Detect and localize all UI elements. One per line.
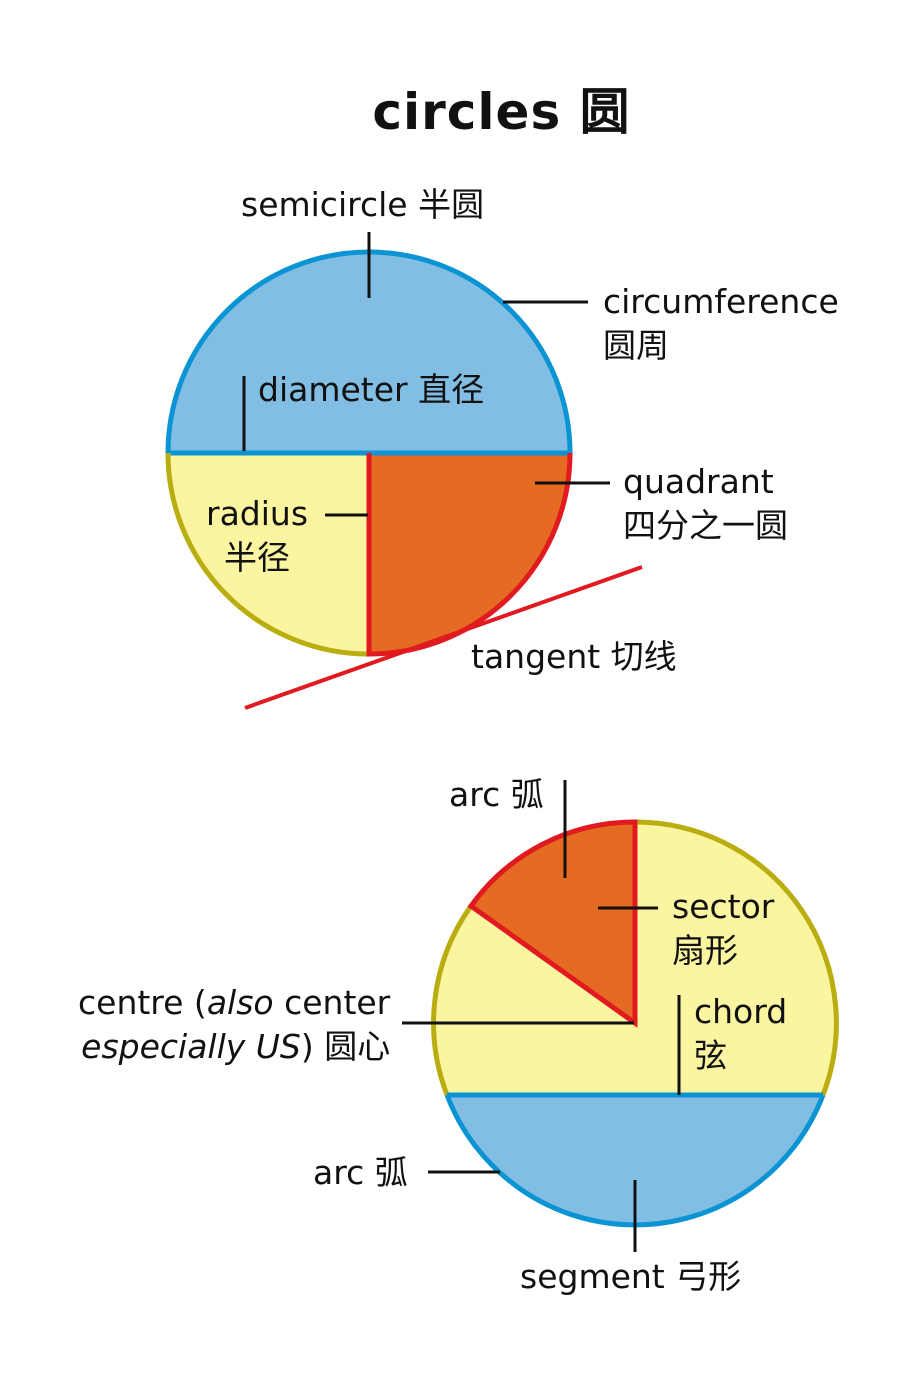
centre-label-center: center xyxy=(273,983,391,1022)
circumference-label: circumference 圆周 xyxy=(603,280,839,368)
tangent-label: tangent 切线 xyxy=(471,637,677,676)
arc-top-label: arc 弧 xyxy=(449,775,544,814)
chord-label: chord 弦 xyxy=(694,990,787,1078)
centre-label-line1: centre (also center xyxy=(78,981,390,1025)
circumference-label-en: circumference xyxy=(603,282,839,321)
radius-label: radius 半径 xyxy=(206,492,308,580)
chord-label-en: chord xyxy=(694,992,788,1031)
centre-label-text-a: centre ( xyxy=(78,983,207,1022)
arc-bottom-label: arc 弧 xyxy=(313,1153,408,1192)
quadrant-label: quadrant 四分之一圆 xyxy=(623,460,788,548)
quadrant-label-en: quadrant xyxy=(623,462,774,501)
segment-label: segment 弓形 xyxy=(520,1257,742,1296)
semicircle-label: semicircle 半圆 xyxy=(241,185,485,224)
quadrant-label-zh: 四分之一圆 xyxy=(623,506,788,545)
sector-label-zh: 扇形 xyxy=(672,931,738,970)
sector-label-en: sector xyxy=(672,887,775,926)
sector-label: sector 扇形 xyxy=(672,885,774,973)
chord-label-zh: 弦 xyxy=(694,1036,727,1075)
diameter-label: diameter 直径 xyxy=(258,370,485,409)
radius-label-zh: 半径 xyxy=(224,538,290,577)
radius-label-en: radius xyxy=(206,494,309,533)
centre-label-also: also xyxy=(206,983,274,1022)
centre-label-zh: ) 圆心 xyxy=(300,1027,391,1066)
centre-label-especially-us: especially US xyxy=(81,1027,301,1066)
centre-label: centre (also center especially US) 圆心 xyxy=(78,981,390,1069)
centre-label-line2: especially US) 圆心 xyxy=(78,1025,390,1069)
circumference-label-zh: 圆周 xyxy=(603,326,669,365)
